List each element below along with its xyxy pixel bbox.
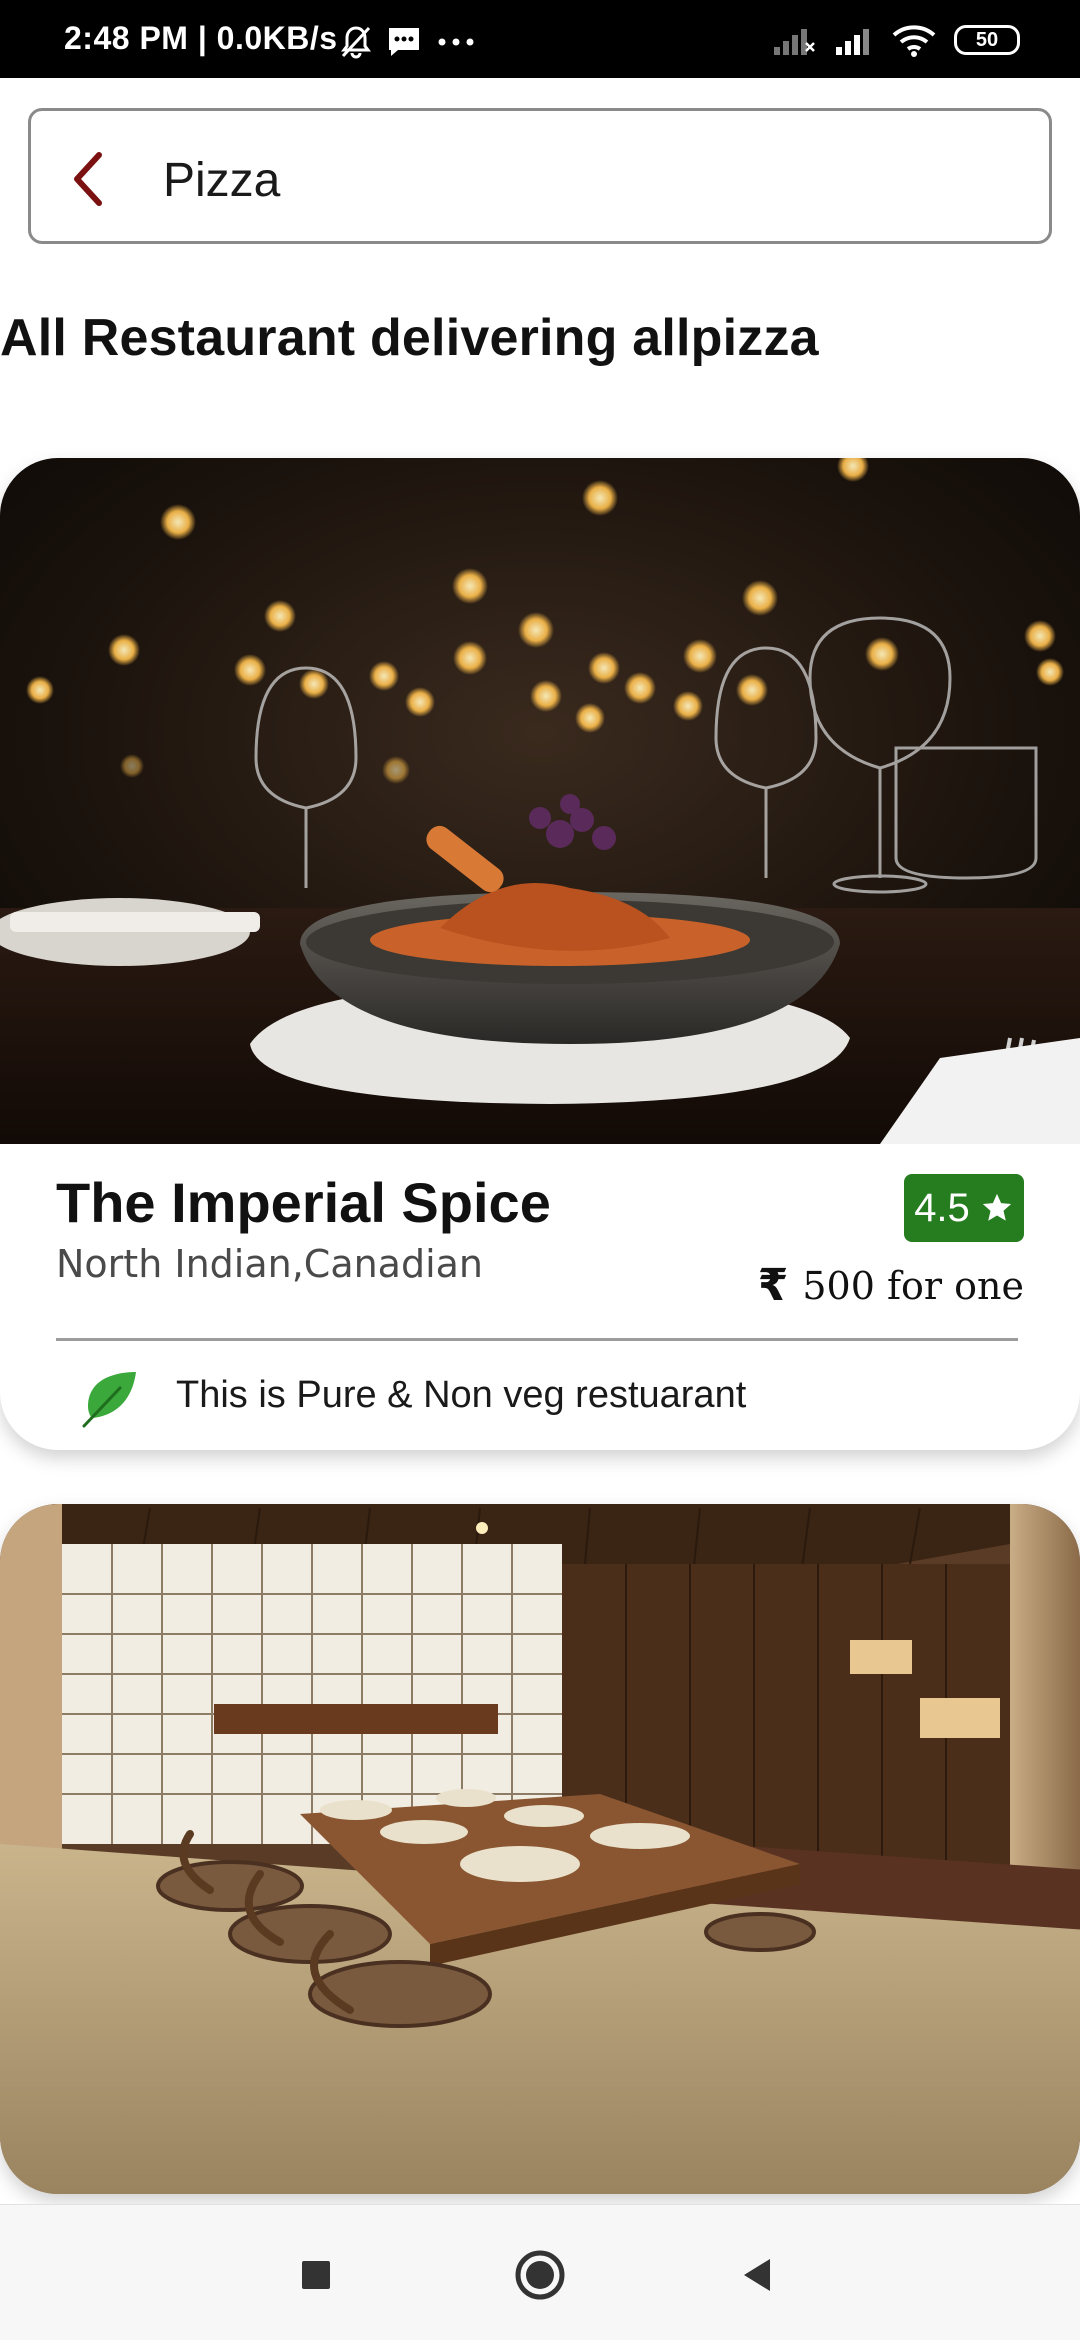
star-icon bbox=[982, 1193, 1011, 1221]
restaurant-photo bbox=[0, 1504, 1080, 2194]
restaurant-card[interactable] bbox=[0, 1504, 1080, 2194]
battery-icon: 50 bbox=[954, 25, 1020, 55]
battery-level: 50 bbox=[975, 28, 999, 51]
search-query[interactable]: Pizza bbox=[163, 153, 280, 208]
back-triangle-icon[interactable] bbox=[730, 2245, 790, 2305]
restaurant-name: The Imperial Spice bbox=[56, 1171, 551, 1234]
leaf-icon bbox=[82, 1372, 136, 1428]
restaurant-photo bbox=[0, 458, 1080, 1144]
card-divider bbox=[56, 1338, 1018, 1341]
restaurant-cuisine: North Indian,Canadian bbox=[56, 1242, 484, 1286]
restaurant-card[interactable]: The Imperial Spice North Indian,Canadian… bbox=[0, 458, 1080, 1450]
signal-x-icon bbox=[774, 29, 815, 55]
section-title: All Restaurant delivering allpizza bbox=[0, 309, 819, 367]
restaurant-tag: This is Pure & Non veg restuarant bbox=[176, 1374, 747, 1416]
wifi-icon bbox=[892, 25, 936, 57]
status-time-speed: 2:48 PM | 0.0KB/s bbox=[64, 20, 338, 56]
price-text: 500 for one bbox=[802, 1263, 1024, 1308]
recent-apps-icon[interactable] bbox=[286, 2245, 346, 2305]
more-dots-icon bbox=[438, 38, 474, 46]
system-nav-bar bbox=[0, 2204, 1080, 2340]
rupee-icon: ₹ bbox=[757, 1260, 789, 1311]
rating-value: 4.5 bbox=[914, 1185, 970, 1230]
rating-badge: 4.5 bbox=[904, 1174, 1024, 1242]
mute-bell-icon bbox=[341, 26, 371, 59]
home-icon[interactable] bbox=[510, 2245, 570, 2305]
message-icon bbox=[389, 28, 419, 56]
status-bar: 2:48 PM | 0.0KB/s 50 bbox=[0, 0, 1080, 78]
price: ₹ 500 for one bbox=[758, 1260, 1024, 1311]
search-bar[interactable]: Pizza bbox=[28, 108, 1052, 244]
status-right-icons: 50 bbox=[772, 22, 1020, 58]
chevron-left-icon[interactable] bbox=[61, 149, 117, 209]
signal-icon bbox=[836, 29, 869, 55]
